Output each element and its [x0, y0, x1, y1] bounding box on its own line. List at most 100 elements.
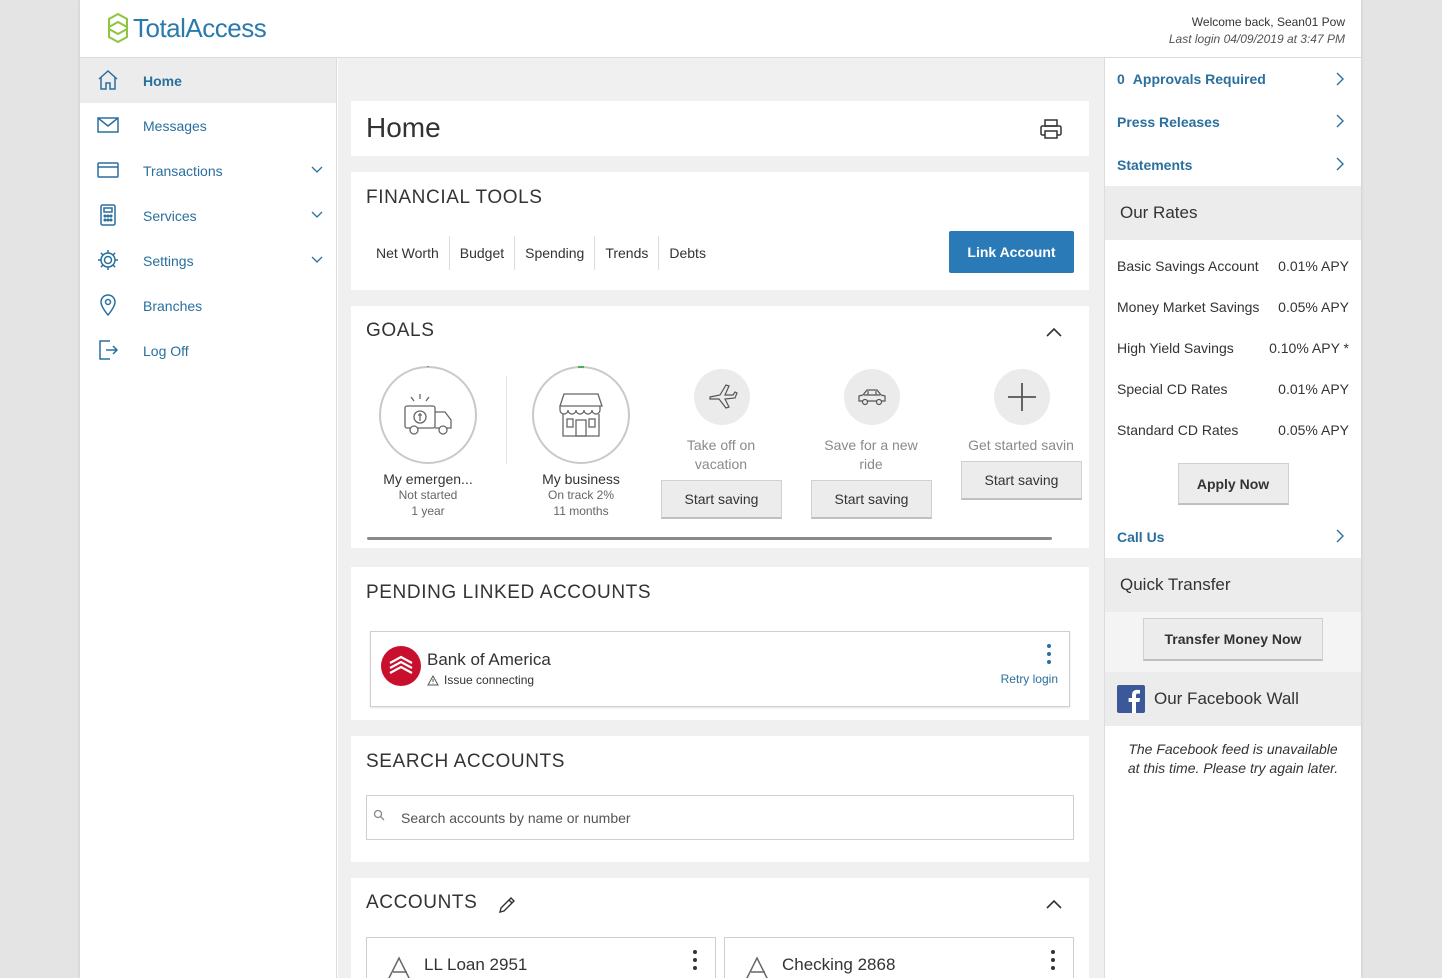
chevron-down-icon[interactable]	[310, 253, 324, 267]
goal-suggestion-badge	[993, 369, 1050, 425]
call-us-link[interactable]: Call Us	[1105, 515, 1361, 558]
goal-item[interactable]: My business On track 2% 11 months	[521, 366, 641, 519]
start-saving-button[interactable]: Start saving	[661, 480, 782, 519]
sidebar-item-settings[interactable]: Settings	[80, 238, 336, 283]
start-saving-button[interactable]: Start saving	[811, 480, 932, 519]
approvals-link[interactable]: 0 Approvals Required	[1105, 58, 1361, 100]
rate-row: High Yield Savings 0.10% APY *	[1105, 328, 1361, 369]
more-vertical-icon[interactable]	[1049, 948, 1057, 972]
rate-value: 0.05% APY	[1278, 299, 1349, 315]
sidebar-item-home[interactable]: Home	[80, 58, 336, 103]
goal-item[interactable]: My emergen... Not started 1 year	[368, 366, 488, 519]
press-releases-link[interactable]: Press Releases	[1105, 100, 1361, 143]
approvals-count: 0	[1117, 71, 1125, 87]
call-us-label: Call Us	[1117, 528, 1165, 545]
press-releases-label: Press Releases	[1117, 113, 1220, 130]
goal-status: On track 2%	[547, 488, 615, 502]
chevron-right-icon	[1336, 529, 1344, 543]
start-saving-button[interactable]: Start saving	[961, 461, 1082, 500]
quick-transfer-body: Transfer Money Now	[1105, 612, 1361, 672]
goal-duration: 1 year	[411, 504, 445, 518]
bank-issue-text: Issue connecting	[444, 673, 535, 687]
goal-name: My business	[542, 471, 620, 487]
sidebar-item-label: Log Off	[143, 342, 189, 359]
account-logo-icon	[388, 956, 410, 978]
sidebar-item-label: Branches	[143, 297, 203, 314]
pending-account-row[interactable]: Bank of America Issue connecting Retry l…	[370, 631, 1070, 707]
rate-value: 0.01% APY	[1278, 258, 1349, 274]
search-accounts-title: SEARCH ACCOUNTS	[366, 751, 566, 772]
tab-trends[interactable]: Trends	[595, 236, 660, 270]
goal-progress-arc	[577, 366, 585, 369]
goals-card: GOALS My emergen... Not started 1 year M…	[351, 306, 1089, 548]
financial-tools-tabs: Net Worth Budget Spending Trends Debts	[366, 236, 716, 270]
goal-duration: 11 months	[553, 504, 609, 518]
tab-spending[interactable]: Spending	[515, 236, 596, 270]
logo-mark-icon	[108, 12, 128, 44]
statements-label: Statements	[1117, 156, 1193, 173]
goal-suggestion: Take off on vacation Start saving	[661, 369, 782, 519]
more-vertical-icon[interactable]	[691, 948, 699, 972]
chevron-right-icon	[1336, 72, 1344, 86]
goal-suggestion-badge	[843, 369, 900, 425]
account-logo-icon	[746, 956, 768, 978]
retry-login-link[interactable]: Retry login	[1001, 672, 1058, 686]
rate-name: Money Market Savings	[1117, 299, 1260, 315]
tab-net-worth[interactable]: Net Worth	[366, 236, 450, 270]
logo[interactable]: TotalAccess	[106, 12, 267, 44]
chevron-up-icon[interactable]	[1045, 898, 1063, 910]
search-icon	[373, 809, 385, 821]
account-tile[interactable]: Checking 2868	[724, 937, 1074, 978]
more-vertical-icon[interactable]	[1045, 642, 1053, 666]
chevron-right-icon	[1336, 114, 1344, 128]
tab-budget[interactable]: Budget	[450, 236, 516, 270]
rate-name: Standard CD Rates	[1117, 422, 1239, 438]
page-title: Home	[366, 112, 441, 143]
search-input[interactable]	[401, 796, 1061, 839]
printer-icon[interactable]	[1039, 118, 1063, 140]
rates-header: Our Rates	[1105, 186, 1361, 240]
sidebar-item-transactions[interactable]: Transactions	[80, 148, 336, 193]
rate-value: 0.01% APY	[1278, 381, 1349, 397]
statements-link[interactable]: Statements	[1105, 143, 1361, 186]
sidebar-item-messages[interactable]: Messages	[80, 103, 336, 148]
sidebar-item-branches[interactable]: Branches	[80, 283, 336, 328]
pencil-icon[interactable]	[497, 895, 517, 915]
goal-divider	[506, 376, 507, 464]
sidebar-item-services[interactable]: Services	[80, 193, 336, 238]
logo-text: TotalAccess	[133, 12, 267, 43]
goals-scrollbar[interactable]	[367, 537, 1052, 540]
account-tile[interactable]: LL Loan 2951	[366, 937, 716, 978]
credit-card-icon	[97, 162, 119, 178]
chevron-up-icon[interactable]	[1045, 326, 1063, 338]
home-icon	[98, 69, 118, 90]
rate-row: Money Market Savings 0.05% APY	[1105, 287, 1361, 328]
app-window: TotalAccess Welcome back, Sean01 Pow Las…	[80, 0, 1361, 978]
account-name: LL Loan 2951	[424, 955, 528, 974]
account-name: Checking 2868	[782, 955, 896, 974]
main-content: Home FINANCIAL TOOLS Net Worth Budget Sp…	[338, 58, 1104, 978]
airplane-icon	[708, 384, 738, 409]
rate-value: 0.05% APY	[1278, 422, 1349, 438]
sidebar-item-log-off[interactable]: Log Off	[80, 328, 336, 373]
financial-tools-card: FINANCIAL TOOLS Net Worth Budget Spendin…	[351, 172, 1089, 290]
pending-linked-accounts-card: PENDING LINKED ACCOUNTS Bank of America …	[351, 567, 1089, 720]
tab-debts[interactable]: Debts	[659, 236, 716, 270]
goal-suggestion: Get started savin Start saving	[961, 369, 1082, 500]
chevron-down-icon[interactable]	[310, 163, 324, 177]
link-account-button[interactable]: Link Account	[949, 231, 1074, 273]
goal-suggestion-caption: Take off on vacation	[686, 437, 756, 472]
header: TotalAccess Welcome back, Sean01 Pow Las…	[80, 0, 1361, 58]
bank-name: Bank of America	[427, 650, 551, 669]
transfer-money-button[interactable]: Transfer Money Now	[1143, 618, 1323, 661]
goal-status: Not started	[398, 488, 458, 502]
goal-progress-ring	[379, 366, 477, 464]
facebook-header: Our Facebook Wall	[1105, 672, 1361, 726]
sidebar-item-label: Settings	[143, 252, 194, 269]
rate-row: Special CD Rates 0.01% APY	[1105, 369, 1361, 410]
user-welcome: Welcome back, Sean01 Pow Last login 04/0…	[1169, 14, 1345, 48]
chevron-down-icon[interactable]	[310, 208, 324, 222]
rate-name: High Yield Savings	[1117, 340, 1234, 356]
goal-suggestion-caption: Save for a new ride	[824, 437, 918, 472]
apply-now-button[interactable]: Apply Now	[1177, 463, 1289, 505]
